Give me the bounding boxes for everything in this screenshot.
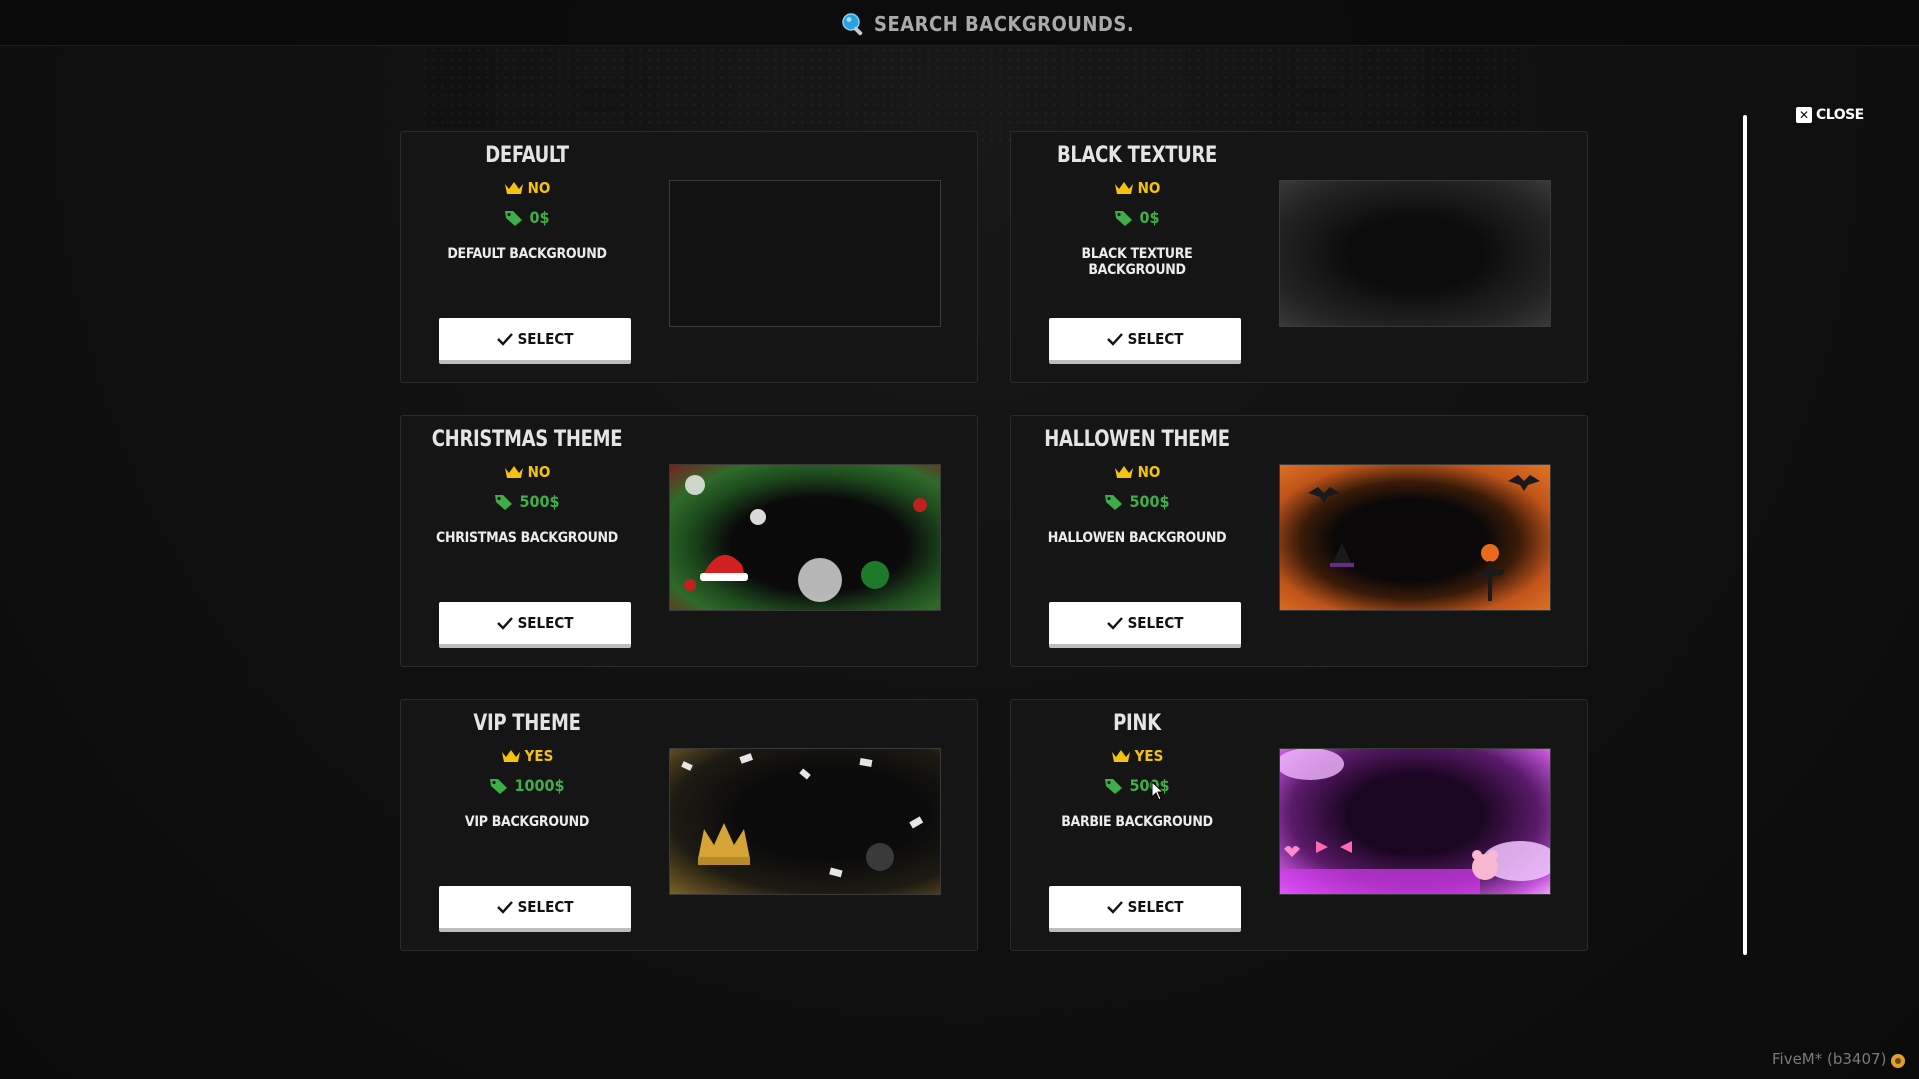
fivem-logo-icon	[1891, 1054, 1905, 1068]
checkmark-icon	[1106, 617, 1123, 630]
select-label: SELECT	[517, 330, 574, 348]
build-label: FiveM* (b3407)	[1772, 1050, 1887, 1068]
search-input[interactable]	[874, 12, 1134, 36]
vip-row: YES	[1031, 747, 1243, 765]
card-title: HALLOWEN THEME	[1044, 424, 1230, 452]
pink-decoration	[1280, 749, 1550, 894]
background-preview-vip	[669, 748, 941, 895]
select-label: SELECT	[1127, 330, 1184, 348]
vip-value: YES	[1134, 747, 1164, 765]
price-row: 1000$	[421, 776, 633, 795]
card-description: BLACK TEXTURE BACKGROUND	[1081, 246, 1193, 278]
card-info: CHRISTMAS THEME NO 500$ CHRISTMAS BACKGR…	[421, 416, 633, 666]
background-preview-pink	[1279, 748, 1551, 895]
vip-value: YES	[524, 747, 554, 765]
close-label: CLOSE	[1816, 107, 1864, 123]
background-preview-default	[669, 180, 941, 327]
vip-row: NO	[1031, 463, 1243, 481]
card-description: VIP BACKGROUND	[464, 814, 590, 830]
vip-row: YES	[421, 747, 633, 765]
background-card-halloween: HALLOWEN THEME NO 500$ HALLOWEN BACKGROU…	[1010, 415, 1588, 667]
background-card-default: DEFAULT NO 0$ DEFAULT BACKGROUND SELECT	[400, 131, 978, 383]
card-description: CHRISTMAS BACKGROUND	[436, 530, 618, 546]
vip-value: NO	[527, 463, 551, 481]
select-label: SELECT	[1127, 614, 1184, 632]
price-row: 500$	[421, 492, 633, 511]
select-label: SELECT	[1127, 898, 1184, 916]
vip-decoration	[681, 753, 924, 878]
background-preview-black-texture	[1279, 180, 1551, 327]
price-tag-icon	[1115, 210, 1133, 226]
checkmark-icon	[496, 333, 513, 346]
price-row: 0$	[1031, 208, 1243, 227]
card-title: BLACK TEXTURE	[1056, 140, 1218, 168]
card-description: HALLOWEN BACKGROUND	[1047, 530, 1227, 546]
price-tag-icon	[490, 778, 508, 794]
background-card-christmas: CHRISTMAS THEME NO 500$ CHRISTMAS BACKGR…	[400, 415, 978, 667]
crown-icon	[1111, 750, 1130, 762]
select-button[interactable]: SELECT	[439, 602, 631, 648]
vip-row: NO	[421, 463, 633, 481]
select-button[interactable]: SELECT	[1049, 602, 1241, 648]
price-row: 500$	[1031, 492, 1243, 511]
select-label: SELECT	[517, 614, 574, 632]
checkmark-icon	[1106, 901, 1123, 914]
background-preview-halloween	[1279, 464, 1551, 611]
search-icon	[842, 13, 863, 36]
vip-row: NO	[1031, 179, 1243, 197]
price-row: 500$	[1031, 776, 1243, 795]
card-info: HALLOWEN THEME NO 500$ HALLOWEN BACKGROU…	[1031, 416, 1243, 666]
card-title: PINK	[1113, 708, 1161, 736]
price-value: 1000$	[514, 776, 565, 795]
christmas-decoration	[684, 475, 927, 602]
vip-value: NO	[527, 179, 551, 197]
crown-icon	[501, 750, 520, 762]
background-preview-christmas	[669, 464, 941, 611]
price-value: 500$	[1129, 492, 1170, 511]
select-label: SELECT	[517, 898, 574, 916]
select-button[interactable]: SELECT	[1049, 886, 1241, 932]
card-info: DEFAULT NO 0$ DEFAULT BACKGROUND SELECT	[421, 132, 633, 382]
price-tag-icon	[495, 494, 513, 510]
select-button[interactable]: SELECT	[1049, 318, 1241, 364]
top-search-bar	[0, 0, 1919, 46]
select-button[interactable]: SELECT	[439, 886, 631, 932]
select-button[interactable]: SELECT	[439, 318, 631, 364]
crown-icon	[504, 182, 523, 194]
crown-icon	[504, 466, 523, 478]
vip-value: NO	[1137, 463, 1161, 481]
price-value: 0$	[1139, 208, 1160, 227]
card-title: CHRISTMAS THEME	[431, 424, 623, 452]
price-value: 0$	[529, 208, 550, 227]
close-button[interactable]: ✕ CLOSE	[1796, 107, 1864, 123]
checkmark-icon	[496, 617, 513, 630]
checkmark-icon	[496, 901, 513, 914]
card-info: VIP THEME YES 1000$ VIP BACKGROUND SELEC…	[421, 700, 633, 950]
card-description: DEFAULT BACKGROUND	[447, 246, 607, 262]
background-card-pink: PINK YES 500$ BARBIE BACKGROUND SELECT	[1010, 699, 1588, 951]
close-icon: ✕	[1796, 107, 1812, 123]
card-title: VIP THEME	[473, 708, 581, 736]
halloween-decoration	[1308, 475, 1540, 601]
price-tag-icon	[505, 210, 523, 226]
card-info: BLACK TEXTURE NO 0$ BLACK TEXTURE BACKGR…	[1031, 132, 1243, 382]
background-grid: DEFAULT NO 0$ DEFAULT BACKGROUND SELECT …	[400, 131, 1588, 951]
card-title: DEFAULT	[485, 140, 569, 168]
background-card-vip: VIP THEME YES 1000$ VIP BACKGROUND SELEC…	[400, 699, 978, 951]
price-tag-icon	[1105, 778, 1123, 794]
background-card-black-texture: BLACK TEXTURE NO 0$ BLACK TEXTURE BACKGR…	[1010, 131, 1588, 383]
vip-value: NO	[1137, 179, 1161, 197]
price-value: 500$	[519, 492, 560, 511]
vip-row: NO	[421, 179, 633, 197]
crown-icon	[1114, 182, 1133, 194]
price-tag-icon	[1105, 494, 1123, 510]
crown-icon	[1114, 466, 1133, 478]
scrollbar[interactable]	[1743, 115, 1747, 955]
checkmark-icon	[1106, 333, 1123, 346]
card-description: BARBIE BACKGROUND	[1061, 814, 1213, 830]
search-box[interactable]	[840, 9, 1140, 39]
price-row: 0$	[421, 208, 633, 227]
card-info: PINK YES 500$ BARBIE BACKGROUND SELECT	[1031, 700, 1243, 950]
mouse-cursor-icon	[1151, 781, 1165, 801]
